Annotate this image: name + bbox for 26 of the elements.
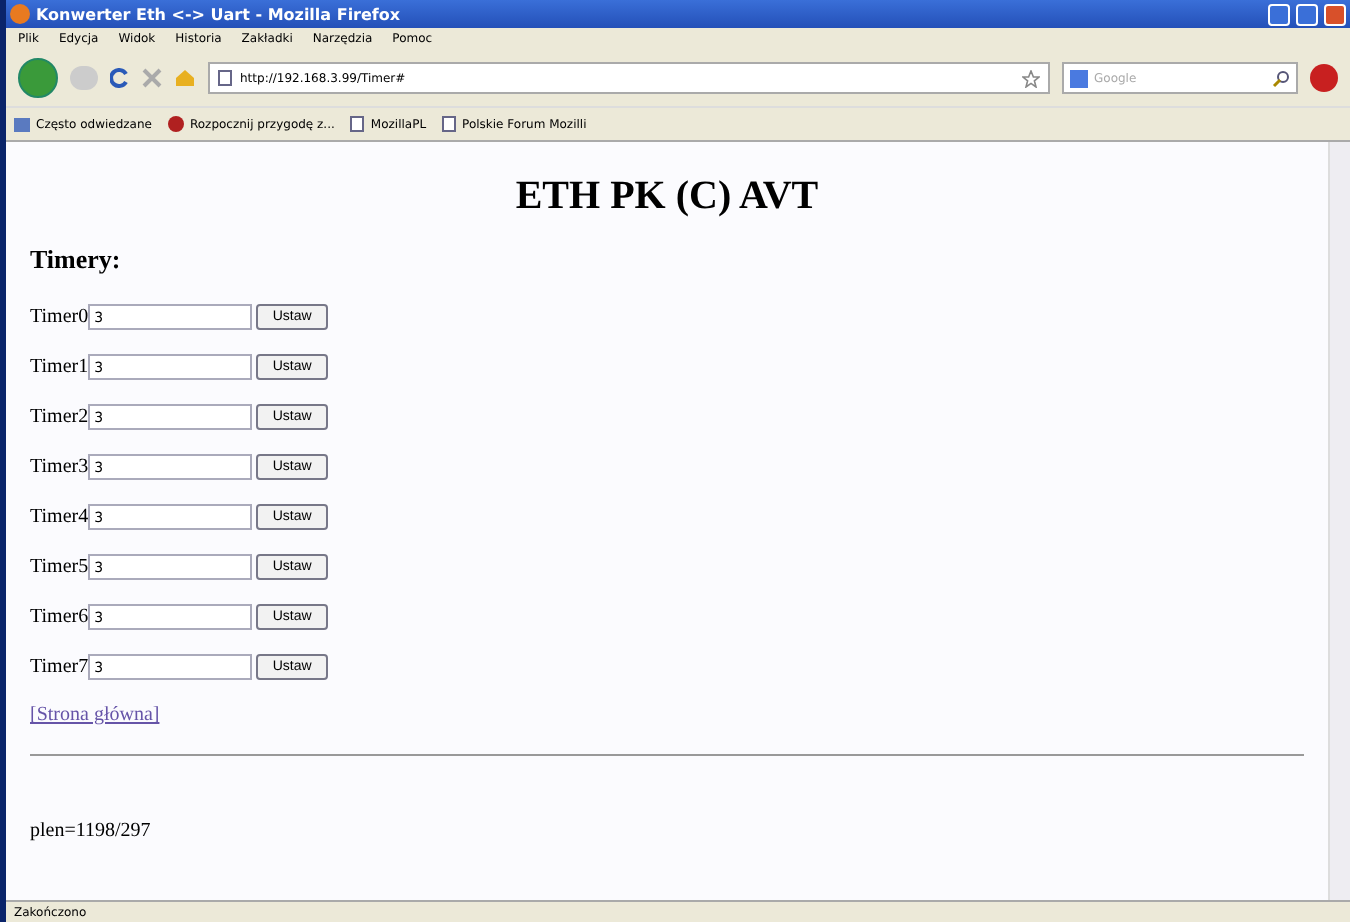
minimize-button[interactable] <box>1268 3 1290 25</box>
timer-label: Timer4 <box>30 506 89 528</box>
scroll-bar[interactable] <box>1328 142 1350 900</box>
section-title: Timery: <box>30 244 123 276</box>
browser-logo-icon <box>10 4 30 24</box>
search-icon[interactable] <box>1272 69 1290 87</box>
page-icon <box>350 116 365 132</box>
home-link[interactable]: [Strona główna] <box>30 704 160 726</box>
window-title: Konwerter Eth <-> Uart - Mozilla Firefox <box>36 5 403 23</box>
close-button[interactable] <box>1324 3 1346 25</box>
star-icon[interactable] <box>1022 69 1040 87</box>
timer-label: Timer7 <box>30 656 89 678</box>
reload-icon[interactable] <box>110 68 130 88</box>
page-icon <box>218 70 232 86</box>
timer-label: Timer3 <box>30 456 89 478</box>
search-engine-icon[interactable] <box>1070 69 1088 87</box>
page-heading: ETH PK (C) AVT <box>513 174 821 220</box>
status-text: plen=1198/297 <box>30 820 153 842</box>
restore-button[interactable] <box>1296 3 1318 25</box>
page-icon <box>442 116 457 132</box>
timer-label: Timer2 <box>30 406 89 428</box>
timer-label: Timer5 <box>30 556 89 578</box>
back-button[interactable] <box>18 58 58 98</box>
timer-label: Timer0 <box>30 306 89 328</box>
timer-label: Timer1 <box>30 356 89 378</box>
timer-label: Timer6 <box>30 606 89 628</box>
